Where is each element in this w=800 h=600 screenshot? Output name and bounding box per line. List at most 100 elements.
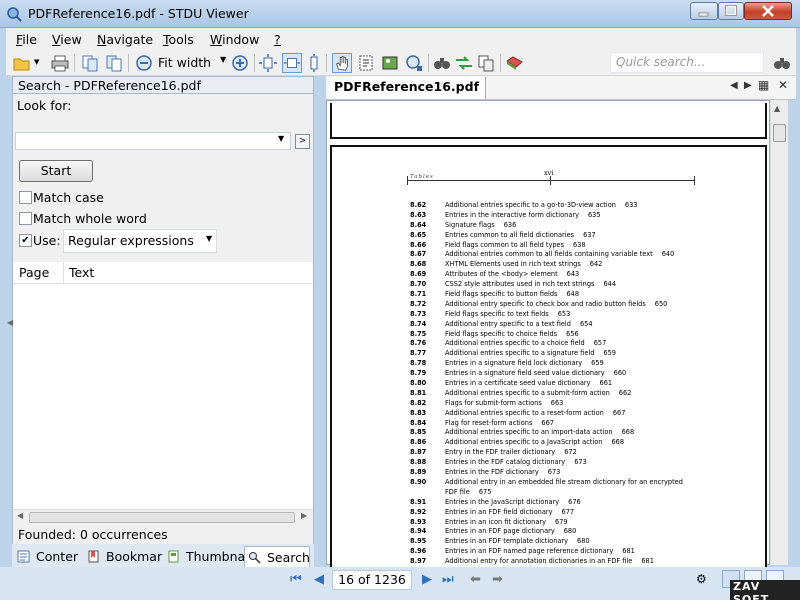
tab-search[interactable]: Search: [244, 546, 310, 568]
column-text[interactable]: Text: [69, 265, 94, 280]
actual-size-icon[interactable]: [304, 53, 324, 73]
use-checkbox[interactable]: ✔: [19, 234, 32, 247]
menu-tools[interactable]: Tools: [163, 32, 194, 47]
snapshot-icon[interactable]: [404, 53, 424, 73]
previous-page-icon[interactable]: ◀: [314, 572, 324, 587]
select-text-icon[interactable]: [356, 53, 376, 73]
zoom-dropdown-icon[interactable]: ▼: [220, 55, 226, 64]
table-entry[interactable]: 8.74 Additional entry specific to a text …: [410, 320, 710, 330]
table-entry[interactable]: 8.89 Entries in the FDF dictionary 673: [410, 468, 710, 478]
table-entry[interactable]: 8.73 Field flags specific to text fields 6…: [410, 310, 710, 320]
scrollbar-thumb[interactable]: [773, 124, 786, 142]
minimize-button[interactable]: [690, 2, 718, 20]
close-button[interactable]: [744, 2, 792, 20]
query-history-dropdown-icon[interactable]: ▼: [278, 134, 284, 143]
table-entry[interactable]: 8.80 Entries in a certificate seed value …: [410, 379, 710, 389]
zoom-mode-select[interactable]: Fit width: [158, 55, 211, 70]
table-entry[interactable]: 8.82 Flags for submit-form actions 663: [410, 399, 710, 409]
table-entry[interactable]: 8.64 Signature flags 636: [410, 221, 710, 231]
collapse-panel-icon[interactable]: ◀: [7, 318, 13, 327]
table-entry[interactable]: 8.69 Attributes of the <body> element 643: [410, 270, 710, 280]
copy-page-icon[interactable]: [80, 53, 100, 73]
next-page-icon[interactable]: ▶: [422, 572, 432, 587]
table-entry[interactable]: 8.76 Additional entries specific to a cho…: [410, 339, 710, 349]
menu-file[interactable]: File: [16, 32, 37, 47]
menu-help[interactable]: ?: [274, 32, 281, 47]
table-entry[interactable]: 8.72 Additional entry specific to check b…: [410, 300, 710, 310]
page-number-input[interactable]: 16 of 1236: [332, 570, 412, 590]
title-bar[interactable]: PDFReference16.pdf - STDU Viewer: [0, 0, 800, 28]
tab-bookmarks[interactable]: Bookmar: [84, 546, 162, 568]
scroll-up-icon[interactable]: ▲: [774, 104, 780, 113]
table-entry[interactable]: 8.78 Entries in a signature field lock di…: [410, 359, 710, 369]
table-entry[interactable]: 8.71 Field flags specific to button field…: [410, 290, 710, 300]
tab-contents[interactable]: Conter: [14, 546, 82, 568]
table-entry[interactable]: 8.91 Entries in the JavaScript dictionary…: [410, 498, 710, 508]
column-divider[interactable]: [63, 262, 64, 284]
table-entry[interactable]: 8.70 CSS2 style attributes used in rich t…: [410, 280, 710, 290]
first-page-icon[interactable]: ⏮: [290, 572, 302, 587]
copy-icon[interactable]: [476, 53, 496, 73]
scroll-left-icon[interactable]: ◀: [17, 511, 23, 520]
hand-tool-icon[interactable]: [332, 53, 352, 73]
menu-window[interactable]: Window: [210, 32, 259, 47]
table-entry[interactable]: 8.86 Additional entries specific to a Jav…: [410, 438, 710, 448]
table-entry[interactable]: FDF file 675: [410, 488, 710, 498]
document-viewer[interactable]: Tables xvi 8.62 Additional entries specif…: [326, 100, 770, 570]
tab-list-icon[interactable]: ▦: [758, 78, 769, 92]
table-entry[interactable]: 8.65 Entries common to all field dictiona…: [410, 231, 710, 241]
search-go-button[interactable]: >: [295, 134, 310, 149]
document-tab[interactable]: PDFReference16.pdf: [328, 77, 487, 99]
forward-icon[interactable]: ➡: [492, 572, 503, 587]
column-page[interactable]: Page: [19, 265, 49, 280]
maximize-button[interactable]: [718, 2, 744, 20]
table-entry[interactable]: 8.75 Field flags specific to choice field…: [410, 330, 710, 340]
viewer-vertical-scrollbar[interactable]: ▲: [770, 100, 788, 565]
table-entry[interactable]: 8.81 Additional entries specific to a sub…: [410, 389, 710, 399]
menu-navigate[interactable]: Navigate: [97, 32, 153, 47]
table-entry[interactable]: 8.90 Additional entry in an embedded file…: [410, 478, 710, 488]
table-entry[interactable]: 8.85 Additional entries specific to an im…: [410, 428, 710, 438]
table-entry[interactable]: 8.63 Entries in the interactive form dict…: [410, 211, 710, 221]
table-entry[interactable]: 8.83 Additional entries specific to a res…: [410, 409, 710, 419]
table-entry[interactable]: 8.77 Additional entries specific to a sig…: [410, 349, 710, 359]
table-entry[interactable]: 8.67 Additional entries common to all fie…: [410, 250, 710, 260]
menu-view[interactable]: View: [52, 32, 82, 47]
results-horizontal-scrollbar[interactable]: ◀ ▶: [13, 509, 313, 525]
zoom-out-icon[interactable]: [134, 53, 154, 73]
start-search-button[interactable]: Start: [19, 160, 93, 182]
save-page-icon[interactable]: [104, 53, 124, 73]
table-entry[interactable]: 8.97 Additional entry for annotation dict…: [410, 557, 710, 567]
fit-page-icon[interactable]: [258, 53, 278, 73]
open-dropdown-icon[interactable]: ▼: [34, 58, 39, 66]
match-whole-word-checkbox[interactable]: [19, 212, 32, 225]
scrollbar-thumb[interactable]: [29, 512, 295, 523]
table-entry[interactable]: 8.94 Entries in an FDF page dictionary 680: [410, 527, 710, 537]
print-icon[interactable]: [50, 53, 70, 73]
table-entry[interactable]: 8.79 Entries in a signature field seed va…: [410, 369, 710, 379]
table-entry[interactable]: 8.68 XHTML Elements used in rich text str…: [410, 260, 710, 270]
tab-prev-icon[interactable]: ◀: [730, 80, 738, 91]
search-mode-select[interactable]: Regular expressions: [63, 229, 217, 253]
page-settings-icon[interactable]: ⚙: [696, 572, 707, 586]
zoom-in-icon[interactable]: [230, 53, 250, 73]
quick-search-icon[interactable]: [772, 53, 792, 73]
tab-next-icon[interactable]: ▶: [744, 80, 752, 91]
table-entry[interactable]: 8.62 Additional entries specific to a go-…: [410, 201, 710, 211]
scroll-right-icon[interactable]: ▶: [301, 511, 307, 520]
find-next-icon[interactable]: [454, 53, 474, 73]
select-image-icon[interactable]: [380, 53, 400, 73]
table-entry[interactable]: 8.96 Entries in an FDF named page referen…: [410, 547, 710, 557]
find-icon[interactable]: [432, 53, 452, 73]
tab-close-icon[interactable]: ✕: [778, 78, 788, 92]
table-entry[interactable]: 8.87 Entry in the FDF trailer dictionary 6…: [410, 448, 710, 458]
table-entry[interactable]: 8.84 Flag for reset-form actions 667: [410, 419, 710, 429]
tab-thumbnails[interactable]: Thumbna: [164, 546, 244, 568]
fit-width-icon[interactable]: [282, 53, 302, 73]
table-entry[interactable]: 8.95 Entries in an FDF template dictionar…: [410, 537, 710, 547]
table-entry[interactable]: 8.92 Entries in an FDF field dictionary 67…: [410, 508, 710, 518]
open-folder-icon[interactable]: [12, 53, 32, 73]
quick-search-input[interactable]: Quick search...: [610, 52, 764, 73]
match-case-checkbox[interactable]: [19, 191, 32, 204]
table-entry[interactable]: 8.88 Entries in the FDF catalog dictionar…: [410, 458, 710, 468]
